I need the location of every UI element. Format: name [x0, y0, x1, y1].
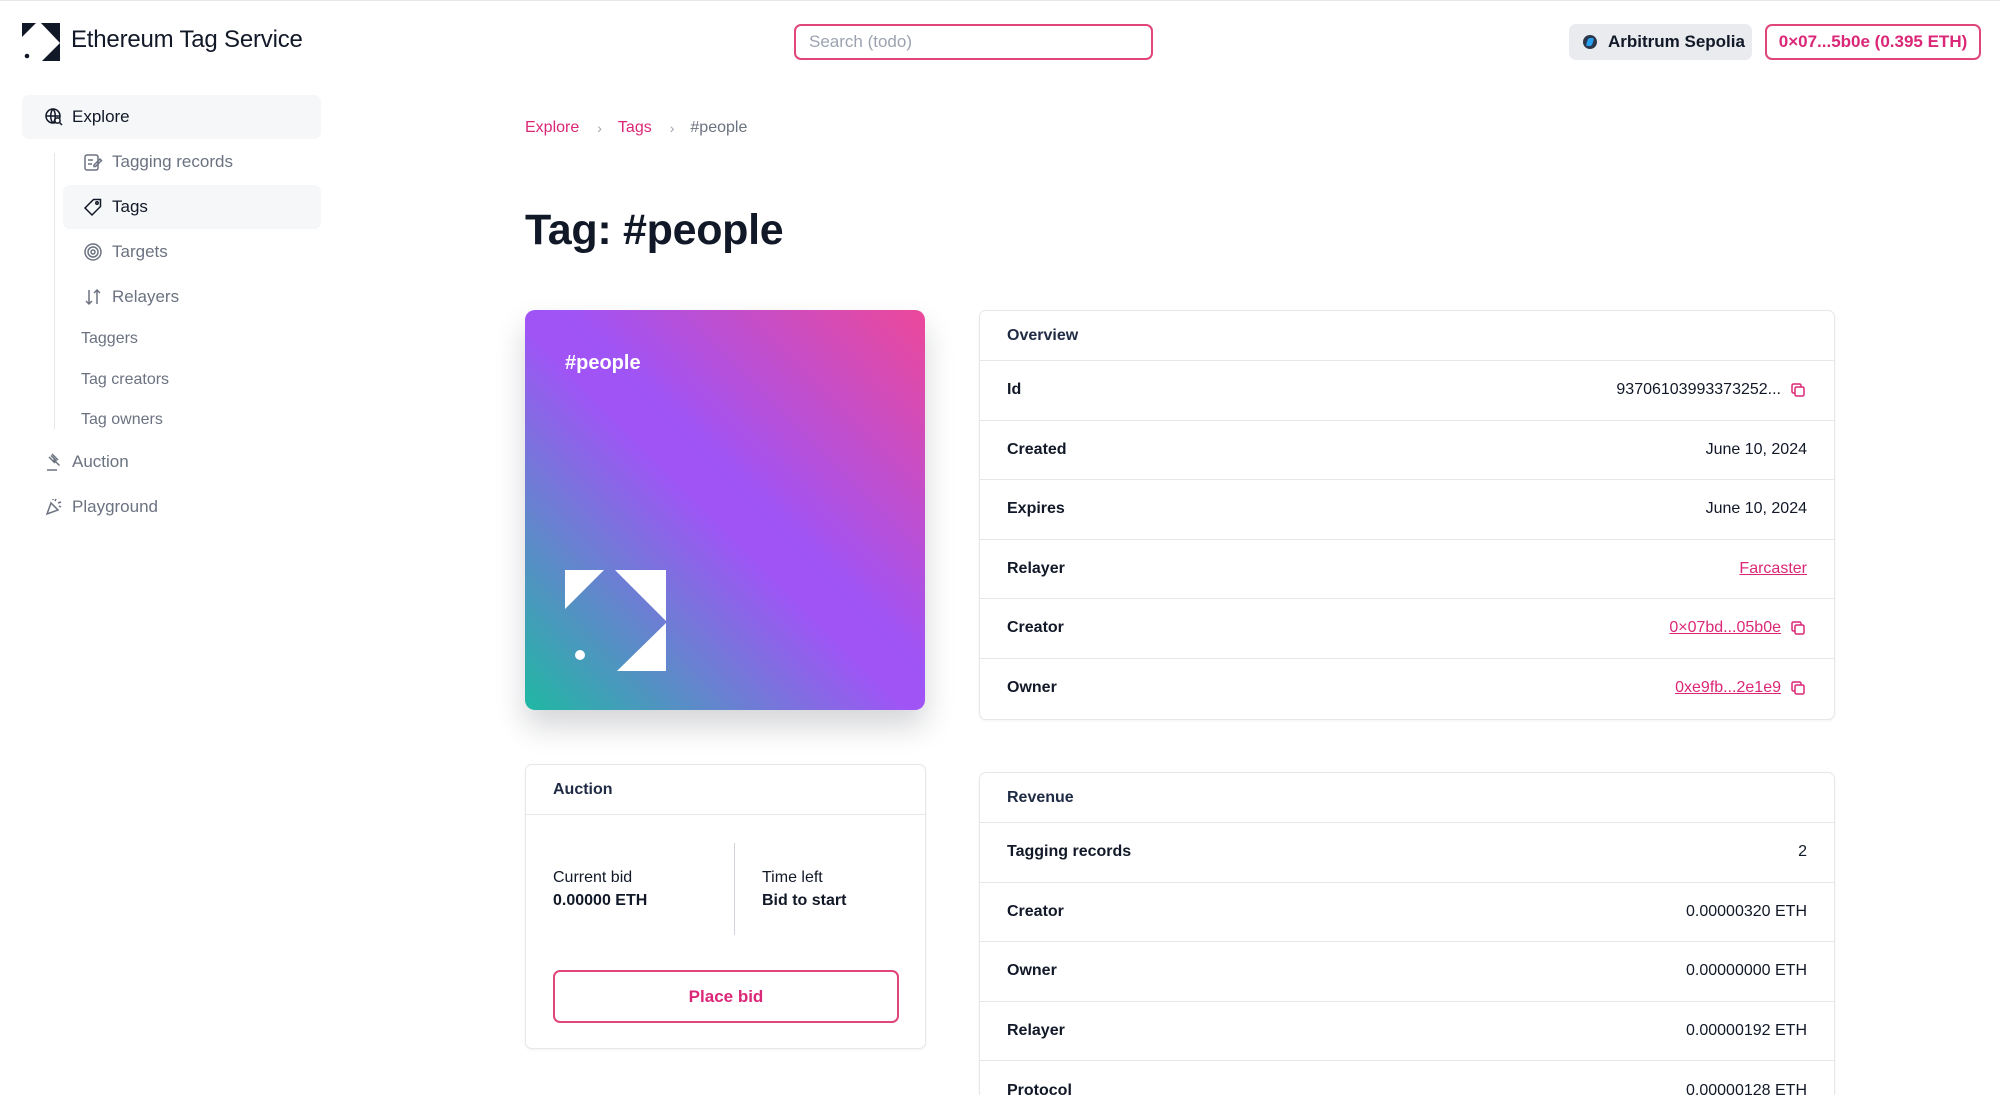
- current-bid-value: 0.00000 ETH: [553, 892, 648, 909]
- sidebar-item-relayers[interactable]: Relayers: [63, 275, 321, 319]
- sidebar-item-label: Auction: [72, 452, 129, 471]
- gavel-icon: [47, 453, 61, 471]
- top-bar: Ethereum Tag Service Arbitrum Sepolia 0×…: [0, 0, 2000, 82]
- globe-search-icon: [45, 108, 63, 126]
- ets-logo-icon: [565, 570, 666, 671]
- row-label: Owner: [1007, 679, 1057, 697]
- overview-row-id: Id 93706103993373252...: [980, 361, 1834, 421]
- sidebar-item-label: Relayers: [112, 287, 180, 306]
- target-icon: [84, 243, 102, 261]
- sidebar-item-label: Explore: [72, 107, 130, 126]
- copy-icon[interactable]: [1789, 619, 1807, 637]
- chevron-right-icon: ›: [597, 120, 602, 136]
- row-value: 0.00000000 ETH: [1686, 962, 1807, 980]
- row-label: Expires: [1007, 500, 1065, 518]
- relayer-link[interactable]: Farcaster: [1739, 560, 1807, 578]
- search-input[interactable]: [794, 24, 1153, 60]
- revenue-panel: Revenue Tagging records 2 Creator 0.0000…: [979, 772, 1835, 1095]
- table-row: Creator 0.00000320 ETH: [980, 883, 1834, 942]
- created-value: June 10, 2024: [1705, 440, 1807, 458]
- overview-panel: Overview Id 93706103993373252... Created…: [979, 310, 1835, 720]
- time-left-label: Time left: [762, 869, 823, 886]
- row-label: Creator: [1007, 619, 1064, 637]
- copy-icon[interactable]: [1789, 381, 1807, 399]
- overview-row-expires: Expires June 10, 2024: [980, 480, 1834, 540]
- overview-title: Overview: [980, 311, 1834, 361]
- edit-icon: [84, 154, 103, 171]
- row-value: 2: [1798, 843, 1807, 861]
- table-row: Tagging records 2: [980, 823, 1834, 883]
- row-label: Id: [1007, 381, 1022, 399]
- current-bid: Current bid 0.00000 ETH: [553, 866, 647, 912]
- ets-logo-icon[interactable]: [22, 23, 60, 61]
- sidebar-item-tags[interactable]: Tags: [63, 185, 321, 229]
- breadcrumb-tags[interactable]: Tags: [618, 119, 652, 137]
- place-bid-button[interactable]: Place bid: [553, 970, 899, 1023]
- current-bid-label: Current bid: [553, 869, 633, 886]
- row-value: 0.00000128 ETH: [1686, 1081, 1807, 1095]
- expires-value: June 10, 2024: [1705, 500, 1807, 518]
- copy-icon[interactable]: [1789, 679, 1807, 697]
- sidebar-item-tag-owners[interactable]: Tag owners: [81, 411, 163, 429]
- divider: [734, 843, 735, 935]
- sidebar-item-explore[interactable]: Explore: [22, 95, 321, 139]
- overview-row-created: Created June 10, 2024: [980, 421, 1834, 480]
- sidebar-item-label: Playground: [72, 497, 159, 516]
- arbitrum-icon: [1583, 35, 1597, 49]
- tag-icon: [83, 198, 102, 217]
- sidebar-item-tag-creators[interactable]: Tag creators: [81, 371, 169, 389]
- sidebar-item-label: Tagging records: [112, 152, 233, 171]
- auction-panel: Auction Current bid 0.00000 ETH Time lef…: [525, 764, 926, 1049]
- auction-title: Auction: [526, 765, 925, 815]
- time-left-value: Bid to start: [762, 892, 847, 909]
- wallet-button[interactable]: 0×07...5b0e (0.395 ETH): [1765, 24, 1981, 60]
- creator-link[interactable]: 0×07bd...05b0e: [1669, 619, 1781, 637]
- app-title[interactable]: Ethereum Tag Service: [71, 26, 303, 54]
- row-label: Protocol: [1007, 1081, 1072, 1095]
- sidebar-item-taggers[interactable]: Taggers: [81, 330, 138, 348]
- party-popper-icon: [45, 498, 62, 516]
- network-switch-button[interactable]: Arbitrum Sepolia: [1569, 24, 1752, 60]
- time-left: Time left Bid to start: [762, 866, 846, 912]
- row-label: Owner: [1007, 962, 1057, 980]
- sidebar-item-tagging-records[interactable]: Tagging records: [63, 140, 321, 184]
- sidebar-item-label: Targets: [112, 242, 168, 261]
- sidebar-item-auction[interactable]: Auction: [22, 444, 129, 480]
- page-title: Tag: #people: [525, 206, 784, 254]
- table-row: Relayer 0.00000192 ETH: [980, 1002, 1834, 1061]
- breadcrumb: Explore › Tags › #people: [525, 119, 747, 137]
- chevron-right-icon: ›: [669, 120, 675, 136]
- row-value: 0.00000192 ETH: [1686, 1021, 1807, 1039]
- row-label: Relayer: [1007, 1021, 1065, 1039]
- row-label: Tagging records: [1007, 843, 1132, 861]
- row-label: Creator: [1007, 902, 1064, 920]
- tag-id-value: 93706103993373252...: [1616, 381, 1781, 399]
- table-row: Owner 0.00000000 ETH: [980, 942, 1834, 1002]
- overview-row-creator: Creator 0×07bd...05b0e: [980, 599, 1834, 659]
- row-label: Created: [1007, 440, 1067, 458]
- sidebar-item-label: Tags: [112, 197, 148, 216]
- sidebar-item-targets[interactable]: Targets: [63, 230, 321, 274]
- breadcrumb-explore[interactable]: Explore: [525, 119, 579, 137]
- owner-link[interactable]: 0xe9fb...2e1e9: [1675, 679, 1781, 697]
- overview-row-owner: Owner 0xe9fb...2e1e9: [980, 659, 1834, 719]
- network-label: Arbitrum Sepolia: [1608, 32, 1745, 51]
- overview-row-relayer: Relayer Farcaster: [980, 540, 1834, 599]
- table-row: Protocol 0.00000128 ETH: [980, 1061, 1834, 1095]
- row-value: 0.00000320 ETH: [1686, 902, 1807, 920]
- subnav-divider: [54, 153, 55, 429]
- row-label: Relayer: [1007, 559, 1065, 577]
- sidebar-item-playground[interactable]: Playground: [22, 489, 158, 525]
- tag-card: #people: [525, 310, 925, 710]
- tag-card-label: #people: [565, 352, 641, 374]
- breadcrumb-current: #people: [690, 119, 748, 136]
- arrows-updown-icon: [85, 288, 101, 306]
- revenue-title: Revenue: [980, 773, 1834, 823]
